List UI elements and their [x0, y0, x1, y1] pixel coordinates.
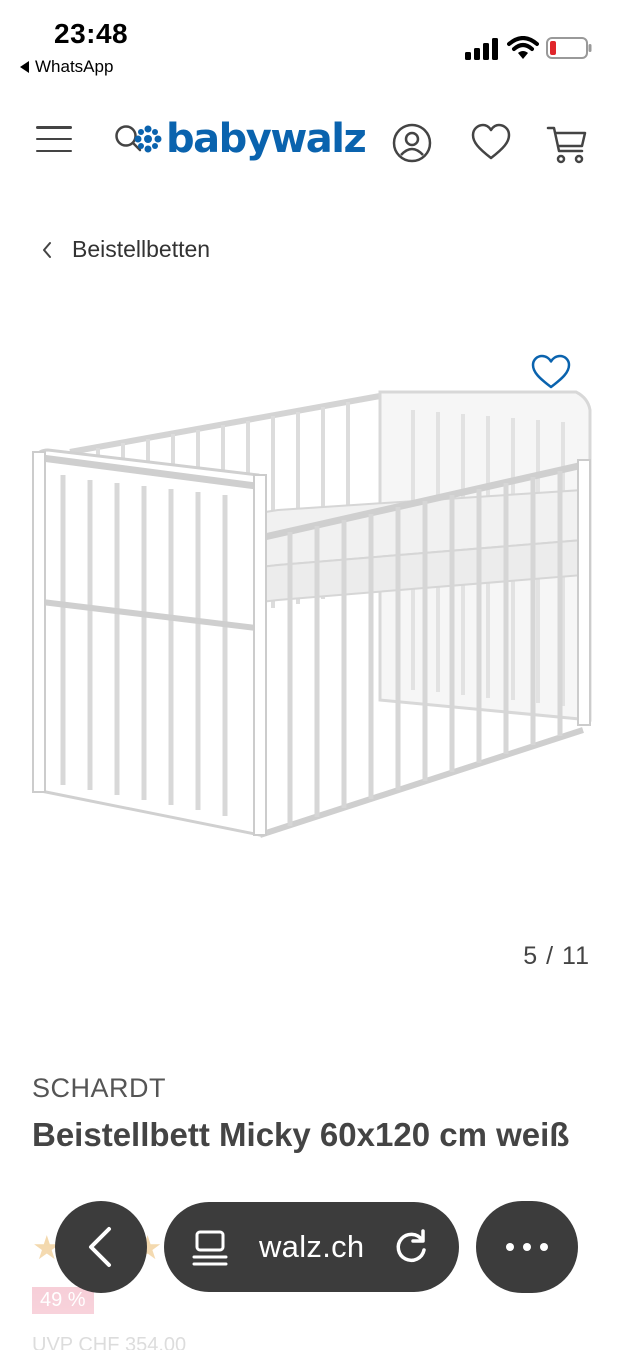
browser-url-text: walz.ch: [259, 1229, 365, 1264]
cellular-signal-icon: [465, 38, 498, 60]
back-to-app-link[interactable]: WhatsApp: [20, 57, 113, 77]
heart-icon[interactable]: [470, 122, 512, 164]
tabs-icon[interactable]: [192, 1229, 228, 1267]
reload-icon[interactable]: [392, 1228, 430, 1266]
more-options-button[interactable]: [476, 1201, 578, 1293]
uvp-price: UVP CHF 354.00: [32, 1334, 187, 1350]
wishlist-heart-icon[interactable]: [530, 353, 572, 391]
user-icon[interactable]: [391, 122, 433, 164]
cart-icon[interactable]: [545, 122, 589, 166]
babywalz-logo[interactable]: babywalz: [133, 114, 367, 164]
status-time: 23:48: [54, 18, 129, 49]
dot-icon: [540, 1243, 548, 1251]
battery-low-icon: [546, 37, 592, 59]
menu-icon[interactable]: [36, 126, 72, 152]
breadcrumb-back-link[interactable]: Beistellbetten: [40, 236, 210, 263]
product-brand[interactable]: SCHARDT: [32, 1073, 166, 1104]
back-app-label: WhatsApp: [35, 57, 114, 76]
logo-flower-icon: [134, 125, 162, 153]
chevron-left-icon: [43, 241, 51, 258]
product-image-crib[interactable]: [28, 340, 598, 850]
status-bar: 23:48 WhatsApp: [0, 0, 623, 90]
back-triangle-icon: [20, 61, 29, 73]
dot-icon: [506, 1243, 514, 1251]
wifi-icon: [507, 36, 539, 59]
site-header: babywalz: [0, 100, 623, 190]
product-title: Beistellbett Micky 60x120 cm weiß: [32, 1116, 570, 1153]
browser-address-bar[interactable]: walz.ch: [164, 1202, 459, 1292]
chevron-left-icon: [89, 1227, 111, 1267]
breadcrumb-label: Beistellbetten: [72, 236, 211, 262]
gallery-pager: 5 / 11: [523, 942, 590, 970]
browser-back-button[interactable]: [55, 1201, 147, 1293]
dot-icon: [523, 1243, 531, 1251]
discount-badge: 49 %: [32, 1287, 94, 1314]
logo-text: babywalz: [166, 116, 367, 162]
